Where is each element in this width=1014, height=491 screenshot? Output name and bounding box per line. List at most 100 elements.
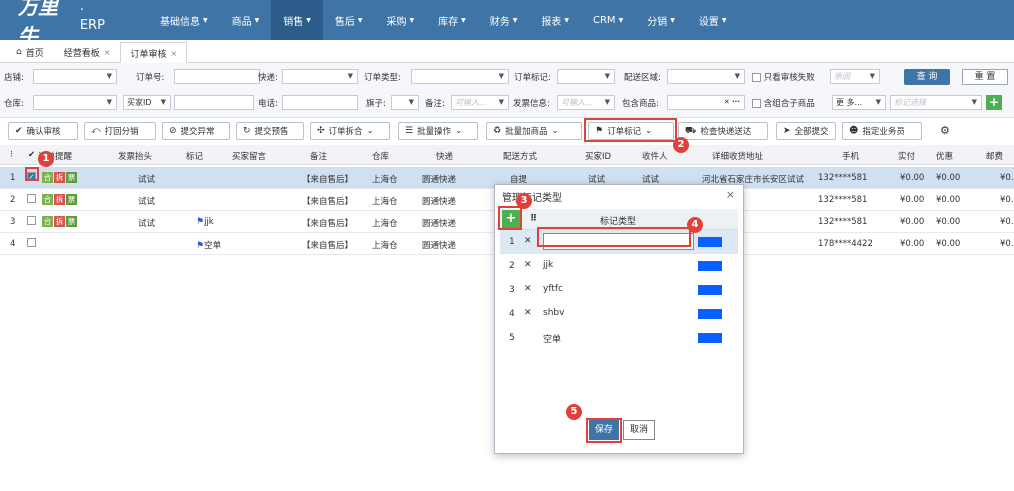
chevron-down-icon: ▼ [875, 98, 881, 106]
delete-icon[interactable]: ✕ [524, 284, 532, 294]
mark-type-row[interactable]: 3 ✕ yftfc [500, 278, 738, 302]
row-checkbox[interactable] [27, 216, 36, 225]
column-header[interactable]: 收件人 [642, 150, 668, 162]
buyer-id-input[interactable] [174, 95, 254, 110]
mark-color-swatch[interactable] [698, 309, 722, 319]
mark-color-swatch[interactable] [698, 261, 722, 271]
remark-input[interactable]: 可输入... ▼ [451, 95, 509, 110]
row-checkbox[interactable] [27, 194, 36, 203]
column-header[interactable]: 实付 [898, 150, 915, 162]
column-header[interactable]: 仓库 [372, 150, 389, 162]
invoice-input[interactable]: 可输入... ▼ [557, 95, 615, 110]
cell-disc: ¥0.00 [936, 173, 961, 183]
select-all-checkbox[interactable]: ✔ [28, 150, 35, 160]
more-filters-select[interactable]: 更 多... ▼ [832, 95, 886, 110]
nav-item-5[interactable]: 库存 ▼ [426, 0, 478, 40]
cell-mark: ⚑空单 [196, 239, 221, 251]
column-header[interactable]: 标记 [186, 150, 203, 162]
close-icon[interactable]: × [726, 188, 735, 201]
close-icon[interactable]: × [170, 49, 177, 58]
toolbar-button-4[interactable]: ✣ 订单拆合 ⌄ [310, 122, 390, 140]
toolbar-button-0[interactable]: ✔ 确认审核 [8, 122, 78, 140]
delete-icon[interactable]: ✕ [524, 308, 532, 318]
column-header[interactable]: 配送方式 [503, 150, 537, 162]
close-icon[interactable]: × [104, 48, 111, 57]
query-button[interactable]: 查 询 [904, 69, 950, 85]
toolbar-button-6[interactable]: ♻ 批量加商品 ⌄ [486, 122, 582, 140]
only-audit-fail-toggle[interactable]: 只看审核失败 [752, 71, 815, 83]
list-icon: ☰ [405, 126, 414, 136]
gear-icon[interactable]: ⚙ [940, 124, 950, 137]
caret-down-icon: ▼ [721, 16, 727, 24]
express-select[interactable]: ▼ [282, 69, 358, 84]
tab-0[interactable]: ⌂ 首页 [6, 41, 54, 62]
toolbar-button-9[interactable]: ➤ 全部提交 [776, 122, 836, 140]
buyer-id-select[interactable]: 买家ID ▼ [123, 95, 171, 110]
nav-item-0[interactable]: 基础信息 ▼ [148, 0, 220, 40]
nav-item-1[interactable]: 商品 ▼ [220, 0, 272, 40]
nav-item-6[interactable]: 财务 ▼ [478, 0, 530, 40]
checkbox[interactable] [752, 99, 761, 108]
nav-item-9[interactable]: 分销 ▼ [635, 0, 687, 40]
fail-reason-select[interactable]: 原因 ▼ [830, 69, 880, 84]
tab-2[interactable]: 订单审核 × [120, 42, 188, 63]
delete-icon[interactable]: ✕ [524, 260, 532, 270]
toolbar-button-2[interactable]: ⊘ 提交异常 [162, 122, 230, 140]
toolbar-button-label: 检查快递送达 [700, 127, 752, 137]
nav-item-7[interactable]: 报表 ▼ [529, 0, 581, 40]
order-mark-select[interactable]: ▼ [557, 69, 615, 84]
mark-type-row[interactable]: 5 空单 [500, 326, 738, 350]
phone-input[interactable] [282, 95, 358, 110]
tab-label: 订单审核 [130, 49, 167, 60]
chevron-down-icon: ▼ [971, 98, 977, 106]
checkbox[interactable] [752, 73, 761, 82]
nav-item-8[interactable]: CRM ▼ [581, 0, 635, 40]
column-header[interactable]: 买家ID [585, 150, 611, 162]
combo-toggle[interactable]: 含组合子商品 [752, 97, 815, 109]
cell-express: 圆通快递 [422, 219, 457, 229]
flag-select[interactable]: ▼ [391, 95, 419, 110]
mark-color-swatch[interactable] [698, 333, 722, 343]
nav-item-2[interactable]: 销售 ▼ [271, 0, 323, 40]
column-header[interactable]: 快递 [436, 150, 453, 162]
row-number: 2 [509, 261, 515, 271]
warehouse-select[interactable]: ▼ [33, 95, 117, 110]
delete-icon[interactable]: ✕ [524, 236, 532, 246]
toolbar-button-3[interactable]: ↻ 提交预售 [236, 122, 304, 140]
delivery-area-select[interactable]: ▼ [667, 69, 745, 84]
add-filter-button[interactable]: + [986, 95, 1002, 110]
cancel-button[interactable]: 取消 [623, 420, 655, 440]
nav-item-3[interactable]: 售后 ▼ [323, 0, 375, 40]
toolbar-button-label: 全部提交 [794, 127, 829, 137]
reset-button[interactable]: 重 置 [962, 69, 1008, 85]
column-header[interactable]: 优惠 [936, 150, 953, 162]
mark-type-row[interactable]: 4 ✕ shbv [500, 302, 738, 326]
tab-1[interactable]: 经营看板 × [54, 41, 121, 62]
column-header[interactable]: 手机 [842, 150, 859, 162]
toolbar-button-label: 指定业务员 [862, 127, 905, 137]
mark-color-swatch[interactable] [698, 237, 722, 247]
contains-goods-input[interactable]: ✕ ··· [667, 95, 745, 110]
mark-type-row[interactable]: 2 ✕ jjk [500, 254, 738, 278]
order-no-input[interactable] [174, 69, 260, 84]
order-type-select[interactable]: ▼ [411, 69, 509, 84]
column-header[interactable]: 备注 [310, 150, 327, 162]
toolbar-button-8[interactable]: ⛟ 检查快递送达 [678, 122, 768, 140]
column-menu-icon[interactable]: ⁝ [10, 150, 13, 160]
order-tag-badge: 拆 [54, 172, 65, 183]
row-checkbox[interactable] [27, 238, 36, 247]
clear-more-icon[interactable]: ✕ ··· [724, 96, 740, 109]
shop-select[interactable]: ▼ [33, 69, 117, 84]
mark-color-swatch[interactable] [698, 285, 722, 295]
column-header[interactable]: 买家留言 [232, 150, 266, 162]
column-header[interactable]: 详细收货地址 [712, 150, 763, 162]
column-header[interactable]: 发票抬头 [118, 150, 152, 162]
toolbar-button-5[interactable]: ☰ 批量操作 ⌄ [398, 122, 478, 140]
tag-select[interactable]: 标记选择 ▼ [890, 95, 982, 110]
column-header[interactable]: 邮费 [986, 150, 1003, 162]
nav-item-10[interactable]: 设置 ▼ [687, 0, 739, 40]
toolbar-button-10[interactable]: ☻ 指定业务员 [842, 122, 922, 140]
cell-warehouse: 上海仓 [372, 241, 398, 251]
toolbar-button-1[interactable]: ⤺ 打回分销 [84, 122, 156, 140]
nav-item-4[interactable]: 采购 ▼ [375, 0, 427, 40]
